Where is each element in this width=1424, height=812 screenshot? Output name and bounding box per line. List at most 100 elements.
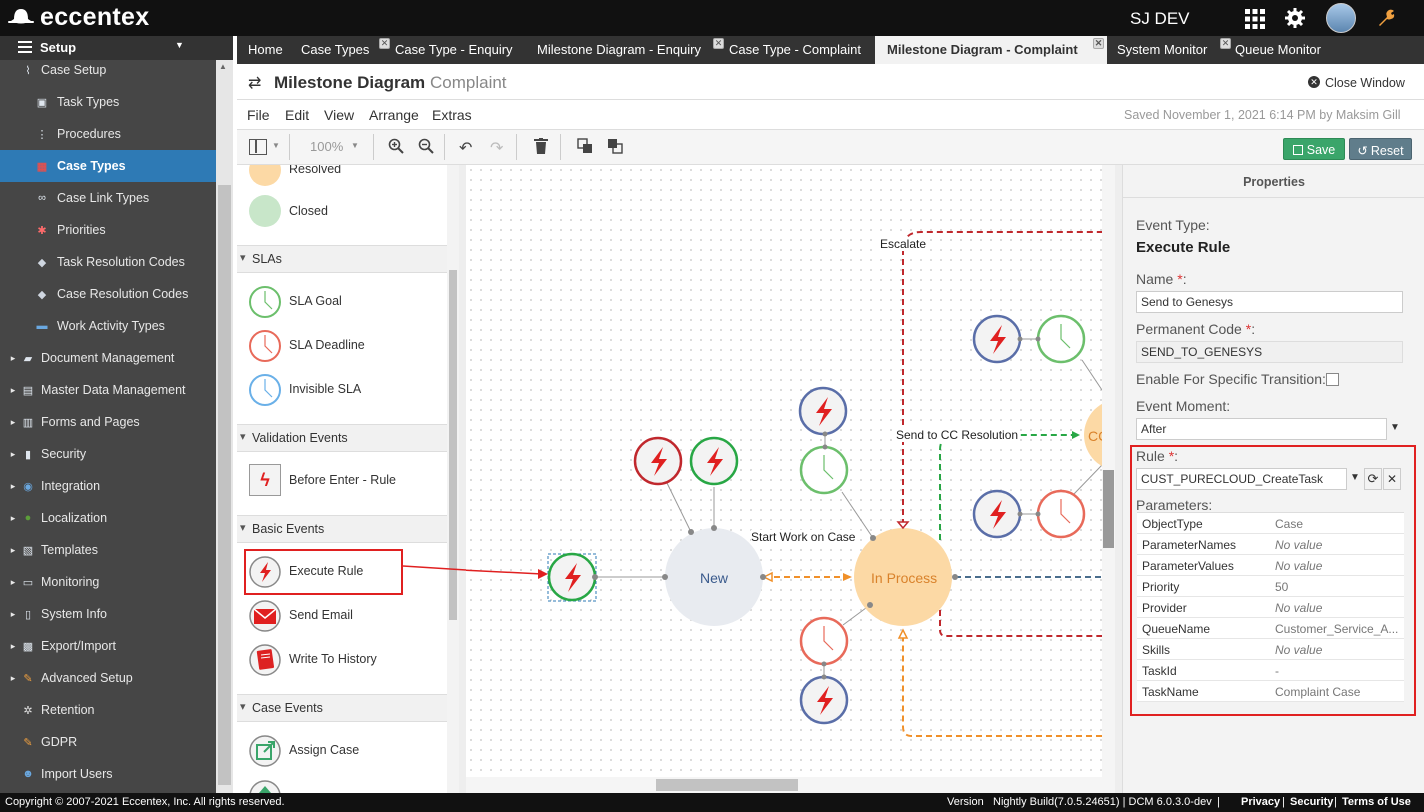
- palette-item-assign-case[interactable]: Assign Case: [237, 730, 447, 770]
- menu-view[interactable]: View: [324, 107, 354, 123]
- parameter-row[interactable]: ParameterNames No value: [1137, 534, 1404, 555]
- sidebar-item-document-management[interactable]: ▸ ▰ Document Management: [0, 342, 216, 374]
- sidebar-item-integration[interactable]: ▸ ◉ Integration: [0, 470, 216, 502]
- tab-milestone-diagram-enquiry[interactable]: Milestone Diagram - Enquiry ✕: [537, 36, 725, 64]
- canvas-vscrollbar[interactable]: [1102, 165, 1115, 793]
- palette-scrollbar[interactable]: [447, 165, 459, 793]
- sidebar-item-monitoring[interactable]: ▸ ▭ Monitoring: [0, 566, 216, 598]
- close-circle-icon[interactable]: ✕: [1308, 76, 1320, 88]
- sidebar-scrollbar[interactable]: ▲: [216, 60, 233, 793]
- tab-milestone-diagram-complaint[interactable]: Milestone Diagram - Complaint ✕: [875, 36, 1107, 64]
- parameter-row[interactable]: Skills No value: [1137, 639, 1404, 660]
- sidebar-item-priorities[interactable]: ✱ Priorities: [0, 214, 216, 246]
- parameter-value[interactable]: Customer_Service_A...: [1275, 622, 1403, 636]
- splitter-handle-right[interactable]: [1115, 165, 1122, 793]
- section-slas[interactable]: SLAs: [237, 245, 447, 273]
- sidebar-item-system-info[interactable]: ▸ ▯ System Info: [0, 598, 216, 630]
- delete-icon[interactable]: [534, 138, 548, 159]
- sidebar-item-case-link-types[interactable]: ∞ Case Link Types: [0, 182, 216, 214]
- rule-select[interactable]: CUST_PURECLOUD_CreateTask ▼: [1136, 468, 1363, 490]
- avatar[interactable]: [1326, 3, 1356, 33]
- chevron-right-icon[interactable]: ▸: [6, 351, 20, 365]
- chevron-down-icon[interactable]: ▼: [272, 141, 280, 150]
- zoom-out-icon[interactable]: [418, 138, 434, 159]
- sidebar-item-task-resolution-codes[interactable]: ◆ Task Resolution Codes: [0, 246, 216, 278]
- sidebar-item-work-activity-types[interactable]: ▬ Work Activity Types: [0, 310, 216, 342]
- palette-item-sla-deadline[interactable]: SLA Deadline: [237, 325, 447, 365]
- sidebar-item-import-users[interactable]: ☻ Import Users: [0, 758, 216, 790]
- chevron-down-icon[interactable]: ▼: [351, 141, 359, 150]
- to-front-icon[interactable]: [577, 138, 593, 159]
- menu-arrange[interactable]: Arrange: [369, 107, 419, 123]
- chevron-right-icon[interactable]: ▸: [6, 383, 20, 397]
- user-name[interactable]: SJ DEV: [1130, 9, 1190, 29]
- settings-gear-icon[interactable]: [1284, 7, 1306, 29]
- sidebar-item-forms-and-pages[interactable]: ▸ ▥ Forms and Pages: [0, 406, 216, 438]
- diagram-canvas[interactable]: Escalate Send to CC Resolution Start Wor…: [466, 165, 1102, 777]
- parameter-row[interactable]: Priority 50: [1137, 576, 1404, 597]
- sidebar-item-localization[interactable]: ▸ ● Localization: [0, 502, 216, 534]
- close-tab-icon[interactable]: ✕: [713, 38, 724, 49]
- name-input[interactable]: Send to Genesys: [1136, 291, 1403, 313]
- section-basic-events[interactable]: Basic Events: [237, 515, 447, 543]
- parameter-value[interactable]: Complaint Case: [1275, 685, 1403, 699]
- tab-case-types[interactable]: Case Types ✕: [301, 36, 391, 64]
- parameter-value[interactable]: Case: [1275, 517, 1403, 531]
- event-moment-select[interactable]: After ▼: [1136, 418, 1403, 440]
- refresh-icon[interactable]: ⟳: [1364, 468, 1382, 490]
- section-validation-events[interactable]: Validation Events: [237, 424, 447, 452]
- sidebar-item-task-types[interactable]: ▣ Task Types: [0, 86, 216, 118]
- reset-button[interactable]: ↺ Reset: [1349, 138, 1412, 160]
- security-link[interactable]: Security: [1290, 796, 1333, 808]
- palette-item-closed[interactable]: Closed: [237, 191, 447, 231]
- sidebar-item-retention[interactable]: ✲ Retention: [0, 694, 216, 726]
- parameter-row[interactable]: Provider No value: [1137, 597, 1404, 618]
- canvas-hscrollbar[interactable]: [466, 777, 1102, 793]
- clear-icon[interactable]: ✕: [1383, 468, 1401, 490]
- chevron-down-icon[interactable]: ▼: [1346, 468, 1363, 490]
- tab-system-monitor[interactable]: System Monitor ✕: [1117, 36, 1232, 64]
- tab-case-type-complaint[interactable]: Case Type - Complaint: [729, 36, 881, 64]
- menu-file[interactable]: File: [247, 107, 270, 123]
- zoom-select[interactable]: 100%: [310, 139, 343, 154]
- sidebar-item-templates[interactable]: ▸ ▧ Templates: [0, 534, 216, 566]
- parameter-row[interactable]: TaskId -: [1137, 660, 1404, 681]
- enable-transition-checkbox[interactable]: [1326, 373, 1339, 386]
- chevron-right-icon[interactable]: ▸: [6, 607, 20, 621]
- palette-item-send-email[interactable]: Send Email: [237, 595, 447, 635]
- parameter-row[interactable]: QueueName Customer_Service_A...: [1137, 618, 1404, 639]
- sidebar-item-case-resolution-codes[interactable]: ◆ Case Resolution Codes: [0, 278, 216, 310]
- chevron-right-icon[interactable]: ▸: [6, 415, 20, 429]
- parameter-value[interactable]: No value: [1275, 643, 1403, 657]
- close-tab-icon[interactable]: ✕: [1220, 38, 1231, 49]
- tab-queue-monitor[interactable]: Queue Monitor: [1235, 36, 1333, 64]
- zoom-in-icon[interactable]: [388, 138, 404, 159]
- palette-item-partial[interactable]: [237, 775, 447, 793]
- sidebar-item-security[interactable]: ▸ ▮ Security: [0, 438, 216, 470]
- to-back-icon[interactable]: [607, 138, 623, 159]
- close-window-link[interactable]: Close Window: [1325, 76, 1405, 90]
- chevron-down-icon[interactable]: ▼: [1386, 418, 1403, 440]
- sidebar-item-procedures[interactable]: ⋮ Procedures: [0, 118, 216, 150]
- menu-edit[interactable]: Edit: [285, 107, 309, 123]
- tab-home[interactable]: Home: [248, 36, 298, 64]
- sidebar-item-gdpr[interactable]: ✎ GDPR: [0, 726, 216, 758]
- undo-icon[interactable]: ↶: [459, 138, 472, 158]
- chevron-right-icon[interactable]: ▸: [6, 543, 20, 557]
- splitter-handle[interactable]: [459, 165, 466, 793]
- terms-link[interactable]: Terms of Use: [1342, 796, 1411, 808]
- chevron-right-icon[interactable]: ▸: [6, 511, 20, 525]
- parameter-row[interactable]: ParameterValues No value: [1137, 555, 1404, 576]
- redo-icon[interactable]: ↷: [490, 138, 503, 158]
- parameter-value[interactable]: No value: [1275, 559, 1403, 573]
- chevron-right-icon[interactable]: ▸: [6, 671, 20, 685]
- chevron-right-icon[interactable]: ▸: [6, 447, 20, 461]
- wrench-icon[interactable]: [1376, 8, 1396, 28]
- palette-item-sla-goal[interactable]: SLA Goal: [237, 281, 447, 321]
- parameter-row[interactable]: TaskName Complaint Case: [1137, 681, 1404, 702]
- sidebar-item-master-data-management[interactable]: ▸ ▤ Master Data Management: [0, 374, 216, 406]
- menu-extras[interactable]: Extras: [432, 107, 472, 123]
- chevron-right-icon[interactable]: ▸: [6, 479, 20, 493]
- palette-item-invisible-sla[interactable]: Invisible SLA: [237, 369, 447, 409]
- eccentex-logo[interactable]: eccentex: [8, 3, 149, 32]
